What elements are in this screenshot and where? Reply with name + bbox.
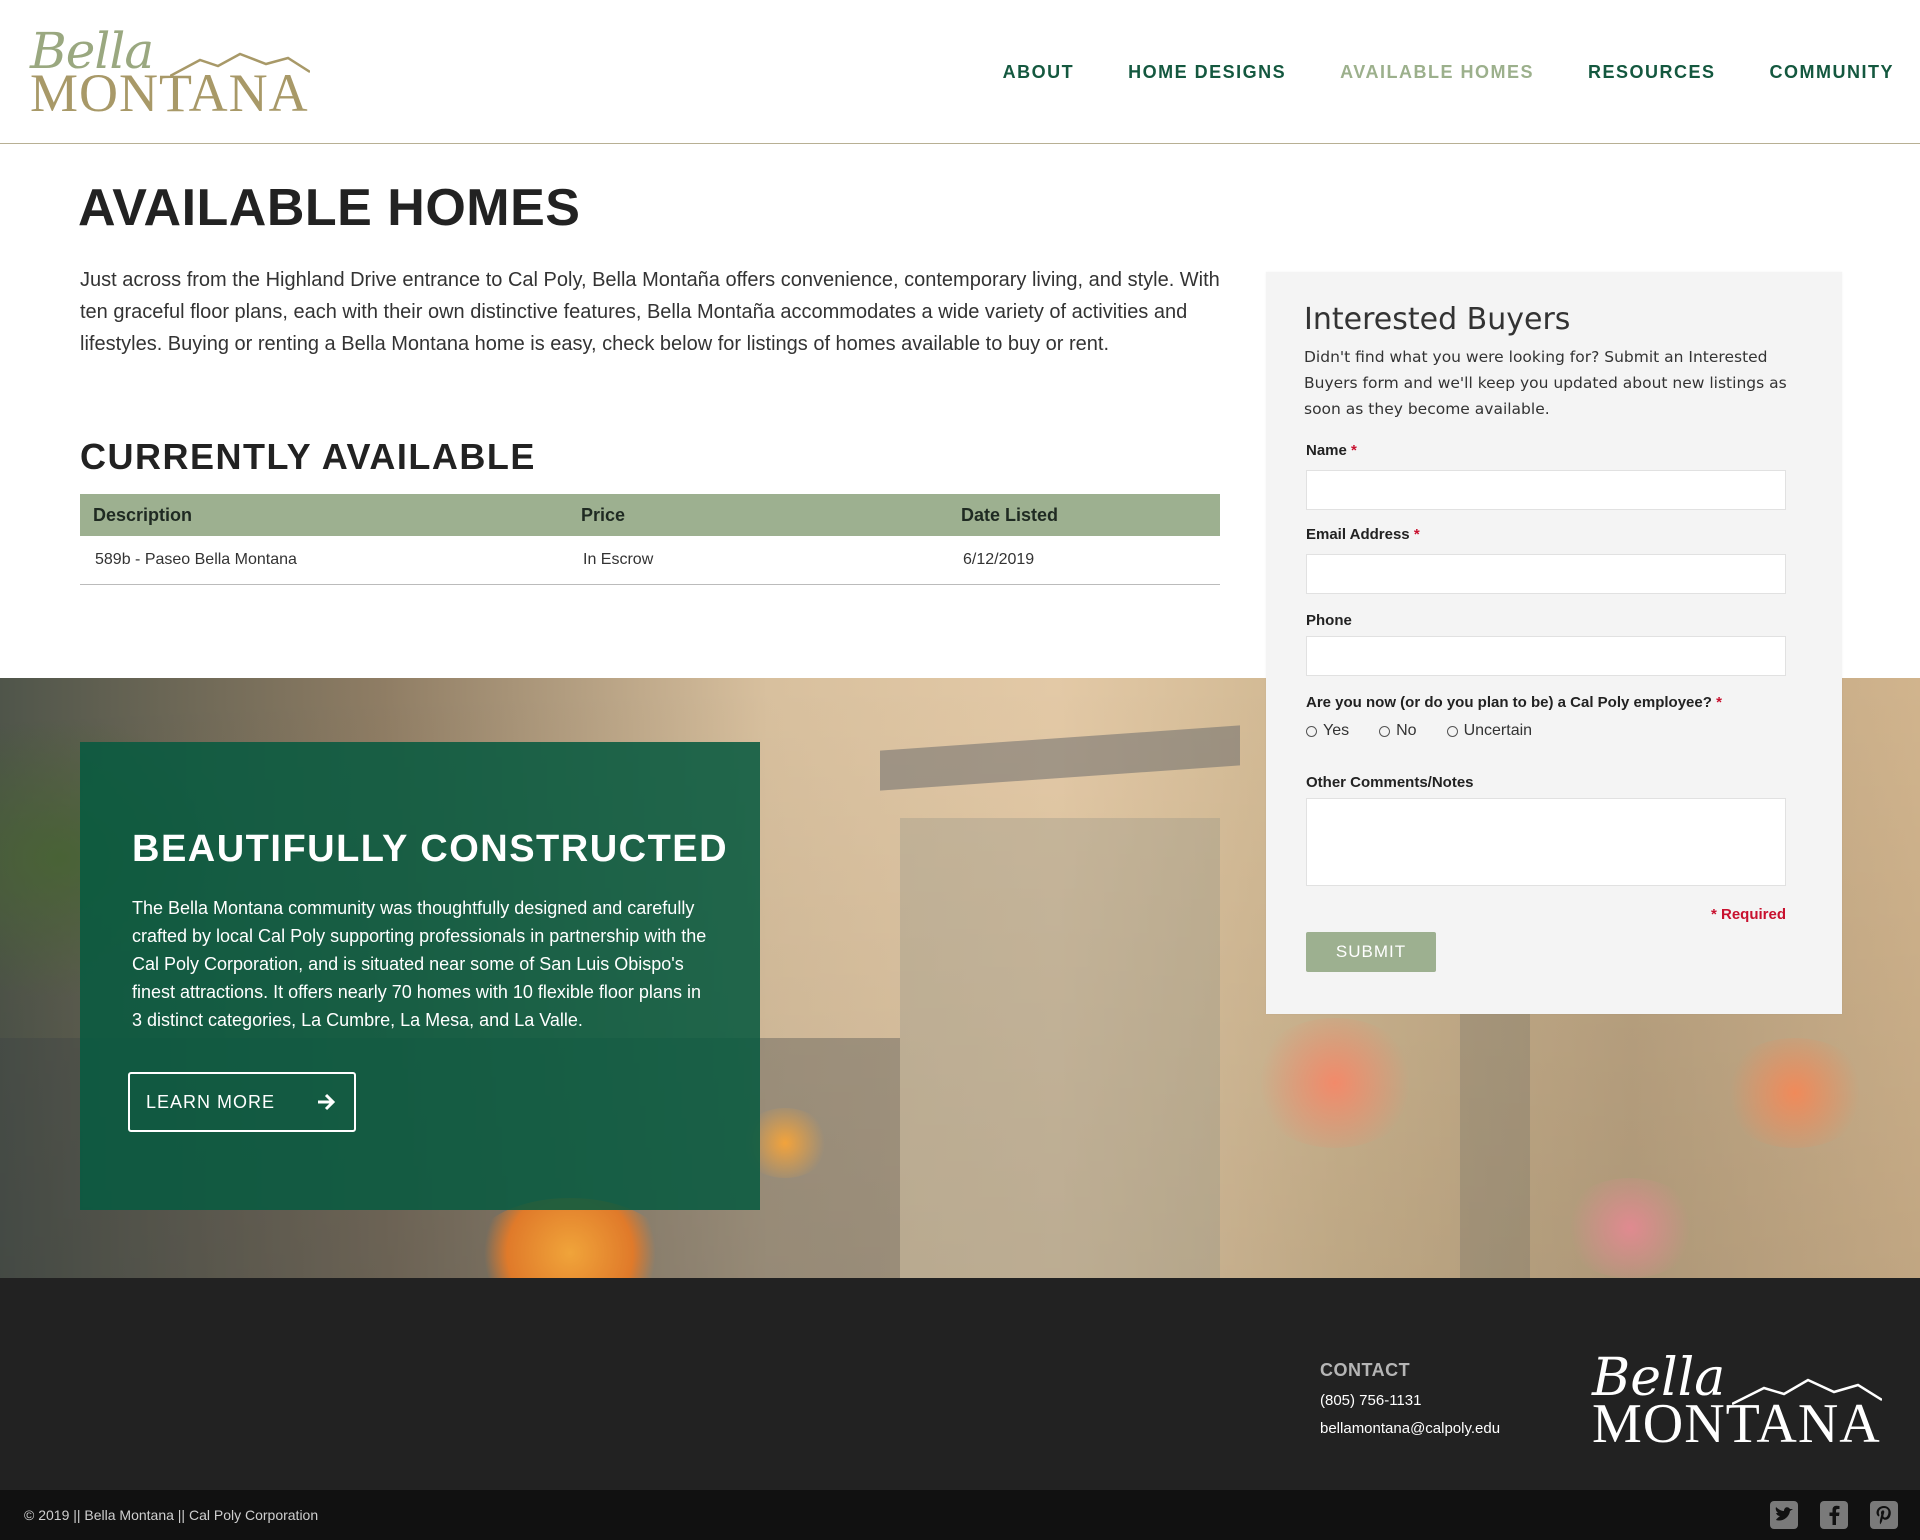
column-header-description: Description [80,494,568,536]
radio-yes[interactable]: Yes [1306,722,1349,740]
main-nav: ABOUT HOME DESIGNS AVAILABLE HOMES RESOU… [1003,62,1894,83]
garage-door-shape [900,818,1220,1278]
contact-phone[interactable]: (805) 756-1131 [1320,1392,1421,1409]
radio-circle-icon [1379,725,1391,737]
copyright-bar: © 2019 || Bella Montana || Cal Poly Corp… [0,1490,1920,1540]
footer-logo[interactable]: Bella MONTANA [1592,1348,1892,1455]
table-header-row: Description Price Date Listed [80,494,1220,536]
flower-cluster [1720,1038,1870,1148]
form-title: Interested Buyers [1304,302,1571,337]
comments-textarea[interactable] [1306,798,1786,886]
name-input[interactable] [1306,470,1786,510]
submit-button[interactable]: SUBMIT [1306,932,1436,972]
radio-circle-icon [1306,725,1317,737]
copyright-text: © 2019 || Bella Montana || Cal Poly Corp… [24,1507,319,1523]
site-footer: CONTACT (805) 756-1131 bellamontana@calp… [0,1278,1920,1490]
logo-caps-text: MONTANA [30,63,309,123]
phone-input[interactable] [1306,636,1786,676]
nav-home-designs[interactable]: HOME DESIGNS [1128,62,1286,83]
page-title: AVAILABLE HOMES [78,179,581,237]
table-row[interactable]: 589b - Paseo Bella Montana In Escrow 6/1… [80,536,1220,585]
column-header-date-listed: Date Listed [948,494,1220,536]
name-label: Name * [1306,442,1357,459]
footer-logo-caps: MONTANA [1592,1393,1881,1455]
employee-radio-group: Yes No Uncertain [1306,722,1532,740]
interested-buyers-form: Interested Buyers Didn't find what you w… [1266,272,1842,1014]
listings-table: Description Price Date Listed 589b - Pas… [80,494,1220,585]
comments-label: Other Comments/Notes [1306,774,1474,791]
form-description: Didn't find what you were looking for? S… [1304,348,1787,418]
nav-available-homes[interactable]: AVAILABLE HOMES [1340,62,1534,83]
promo-panel: BEAUTIFULLY CONSTRUCTED The Bella Montan… [80,742,760,1210]
promo-text: The Bella Montana community was thoughtf… [132,898,707,1030]
listing-date: 6/12/2019 [948,536,1220,585]
nav-about[interactable]: ABOUT [1003,62,1075,83]
contact-heading: CONTACT [1320,1360,1411,1380]
listing-price: In Escrow [568,536,948,585]
nav-resources[interactable]: RESOURCES [1588,62,1716,83]
social-links [1770,1501,1898,1529]
intro-paragraph: Just across from the Highland Drive entr… [80,269,1220,355]
radio-no[interactable]: No [1379,722,1417,740]
learn-more-label: LEARN MORE [146,1091,276,1112]
listing-description: 589b - Paseo Bella Montana [80,536,568,585]
radio-uncertain[interactable]: Uncertain [1446,722,1532,740]
bella-montana-logo[interactable]: Bella MONTANA [30,22,310,123]
learn-more-button[interactable]: LEARN MORE [128,1072,356,1132]
flower-cluster [1250,1018,1420,1148]
pinterest-icon[interactable] [1870,1501,1898,1529]
nav-community[interactable]: COMMUNITY [1770,62,1895,83]
email-label: Email Address * [1306,526,1420,543]
arrow-right-icon [318,1093,336,1111]
awning-shape [880,725,1240,791]
column-header-price: Price [568,494,948,536]
promo-title: BEAUTIFULLY CONSTRUCTED [132,828,729,870]
radio-circle-icon [1446,725,1458,737]
facebook-icon[interactable] [1820,1501,1848,1529]
site-header: Bella MONTANA ABOUT HOME DESIGNS AVAILAB… [0,0,1920,144]
contact-email[interactable]: bellamontana@calpoly.edu [1320,1420,1500,1437]
phone-label: Phone [1306,612,1352,629]
flower-cluster [1560,1178,1700,1278]
section-title: CURRENTLY AVAILABLE [80,436,536,477]
twitter-icon[interactable] [1770,1501,1798,1529]
employee-question-label: Are you now (or do you plan to be) a Cal… [1306,694,1722,711]
email-input[interactable] [1306,554,1786,594]
required-note: * Required [1710,906,1786,923]
